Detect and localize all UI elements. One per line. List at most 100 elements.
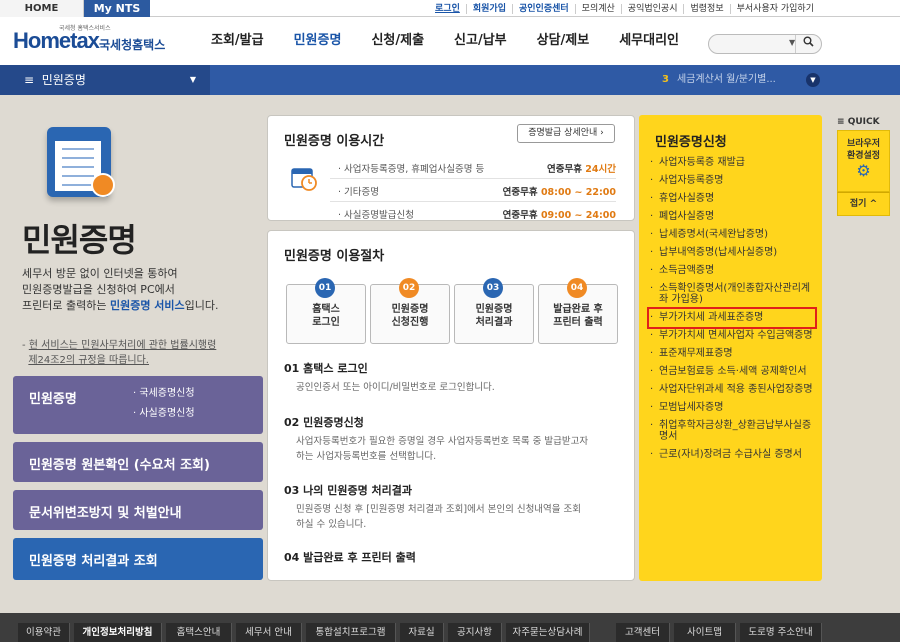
nav-certificate[interactable]: 민원증명 — [279, 17, 357, 65]
note-line-2-text: 제24조2의 규정을 따릅니다. — [28, 355, 149, 366]
usage-row-hours: 09:00 ~ 24:00 — [540, 210, 616, 221]
procedure-section: 01 홈택스 로그인 공인인증서 또는 아이디/비밀번호로 로그인합니다. — [284, 360, 624, 395]
usage-row-name: · 사실증명발급신청 — [338, 210, 414, 221]
desc-highlight: 민원증명 서비스 — [109, 299, 185, 312]
quick-btn-line-1: 브라우저 — [846, 139, 881, 149]
apply-item[interactable]: 사업자단위과세 적용 종된사업장증명 — [649, 381, 815, 399]
nav-filing[interactable]: 신고/납부 — [439, 17, 522, 65]
sub-nav-bar: ≡ 민원증명 ▼ 3 세금계산서 월/분기별... ▼ — [0, 65, 900, 95]
footer-sitemap-link[interactable]: 사이트맵 — [674, 623, 736, 642]
procedure-step: 02 민원증명 신청진행 — [370, 278, 450, 364]
quick-label-text: QUICK — [847, 117, 880, 127]
usage-row-value: 연중무휴 09:00 ~ 24:00 — [503, 207, 616, 221]
submenu-fact-cert[interactable]: 사실증명신청 — [133, 404, 194, 424]
nav-consult[interactable]: 상담/제보 — [522, 17, 605, 65]
logo-korean: 국세청홈택스 — [99, 38, 166, 52]
cert-center-link[interactable]: 공인인증센터 — [511, 3, 575, 14]
notice-ticker[interactable]: 3 세금계산서 월/분기별... — [662, 65, 776, 95]
apply-item[interactable]: 납세증명서(국세완납증명) — [649, 226, 815, 244]
section-heading: 03 나의 민원증명 처리결과 — [284, 484, 412, 497]
apply-item[interactable]: 폐업사실증명 — [649, 208, 815, 226]
left-menu-forgery-label: 문서위변조방지 및 처벌안내 — [29, 506, 182, 521]
cert-guide-button[interactable]: 증명발급 상세안내 › — [517, 124, 615, 143]
section-desc-line-2: 하는 사업자등록번호를 선택합니다. — [296, 451, 437, 462]
mynts-tab[interactable]: My NTS — [84, 0, 150, 17]
step-number: 01 — [315, 278, 335, 298]
apply-item[interactable]: 사업자등록증명 — [649, 172, 815, 190]
left-menu-original-check[interactable]: 민원증명 원본확인 (수요처 조회) — [13, 442, 263, 482]
left-menu-result-inquiry[interactable]: 민원증명 처리결과 조회 — [13, 538, 263, 580]
step-line-1: 발급완료 후 — [553, 304, 603, 315]
apply-item[interactable]: 근로(자녀)장려금 수급사실 증명서 — [649, 446, 815, 464]
apply-item[interactable]: 소득확인증명서(개인종합자산관리계좌 가입용) — [649, 280, 815, 309]
left-menu-certificate[interactable]: 민원증명 국세증명신청 사실증명신청 — [13, 376, 263, 434]
menu-dropdown[interactable]: ≡ 민원증명 ▼ — [0, 65, 210, 95]
quick-collapse-button[interactable]: 접기 ^ — [837, 192, 890, 216]
footer-customer-center-link[interactable]: 고객센터 — [616, 623, 670, 642]
submenu-national-tax-cert[interactable]: 국세증명신청 — [133, 384, 194, 404]
search-input[interactable]: ▼ — [708, 34, 822, 54]
hamburger-icon: ≡ — [24, 73, 35, 87]
apply-item[interactable]: 표준재무제표증명 — [649, 345, 815, 363]
footer-privacy-link[interactable]: 개인정보처리방침 — [74, 623, 162, 642]
apply-item[interactable]: 소득금액증명 — [649, 262, 815, 280]
desc-line-1: 세무서 방문 없이 인터넷을 통하여 — [22, 267, 178, 280]
apply-panel-title: 민원증명신청 — [655, 135, 727, 150]
main-nav: 조회/발급 민원증명 신청/제출 신고/납부 상담/제보 세무대리인 — [196, 17, 694, 65]
footer-road-address-link[interactable]: 도로명 주소안내 — [740, 623, 822, 642]
step-number: 04 — [567, 278, 587, 298]
desc-line-3-end: 입니다. — [184, 299, 219, 312]
browser-settings-button[interactable]: 브라우저 환경설정 ⚙ — [837, 130, 890, 192]
usage-row-prefix: 연중무휴 — [502, 187, 538, 198]
footer-install-link[interactable]: 통합설치프로그램 — [306, 623, 396, 642]
home-tab[interactable]: HOME — [0, 0, 84, 17]
section-desc: 사업자등록번호가 필요한 증명일 경우 사업자등록번호 목록 중 발급받고자하는… — [284, 434, 624, 464]
apply-item-vat-tax-base[interactable]: 부가가치세 과세표준증명 — [647, 307, 817, 329]
left-menu-forgery-prevention[interactable]: 문서위변조방지 및 처벌안내 — [13, 490, 263, 530]
footer-archive-link[interactable]: 자료실 — [400, 623, 444, 642]
login-link[interactable]: 로그인 — [429, 4, 466, 14]
search-icon[interactable] — [795, 35, 821, 53]
desc-line-3-text: 프린터로 출력하는 — [22, 299, 107, 312]
nav-inquiry[interactable]: 조회/발급 — [196, 17, 279, 65]
apply-item[interactable]: 연금보험료등 소득·세액 공제확인서 — [649, 363, 815, 381]
certificate-apply-panel: 민원증명신청 사업자등록증 재발급 사업자등록증명 휴업사실증명 폐업사실증명 … — [639, 115, 822, 581]
law-info-link[interactable]: 법령정보 — [683, 3, 729, 14]
footer-notice-link[interactable]: 공지사항 — [448, 623, 502, 642]
step-line-2: 프린터 출력 — [553, 317, 603, 328]
nav-application[interactable]: 신청/제출 — [356, 17, 439, 65]
apply-item[interactable]: 모범납세자증명 — [649, 399, 815, 417]
usage-row-value: 연중무휴 24시간 — [547, 161, 616, 175]
footer-faq-link[interactable]: 자주묻는상담사례 — [506, 623, 590, 642]
section-desc: 민원증명 신청 후 [민원증명 처리결과 조회]에서 본인의 신청내역을 조회 하… — [284, 502, 624, 532]
public-corp-link[interactable]: 공익법인공시 — [620, 3, 684, 14]
divider — [330, 201, 616, 202]
usage-time-panel: 민원증명 이용시간 증명발급 상세안내 › · 사업자등록증명, 휴폐업사실증명… — [267, 115, 635, 221]
chevron-down-icon: ▼ — [189, 75, 196, 84]
section-desc-line-1: 사업자등록번호가 필요한 증명일 경우 사업자등록번호 목록 중 발급받고자 — [296, 436, 589, 447]
nav-tax-agent[interactable]: 세무대리인 — [604, 17, 694, 65]
procedure-section: 02 민원증명신청 사업자등록번호가 필요한 증명일 경우 사업자등록번호 목록… — [284, 414, 624, 464]
apply-item[interactable]: 부가가치세 면세사업자 수입금액증명 — [649, 327, 815, 345]
notice-number: 3 — [662, 74, 669, 85]
section-heading: 02 민원증명신청 — [284, 416, 364, 429]
menu-dropdown-label: 민원증명 — [41, 73, 86, 87]
footer-terms-link[interactable]: 이용약관 — [18, 623, 70, 642]
apply-item[interactable]: 납부내역증명(납세사실증명) — [649, 244, 815, 262]
apply-item[interactable]: 휴업사실증명 — [649, 190, 815, 208]
mock-calc-link[interactable]: 모의계산 — [574, 3, 621, 14]
usage-row-prefix: 연중무휴 — [502, 210, 538, 221]
top-bar: HOME My NTS 로그인 회원가입 공인인증센터 모의계산 공익법인공시 … — [0, 0, 900, 17]
notice-expand-icon[interactable]: ▼ — [806, 73, 820, 87]
footer-hometax-guide-link[interactable]: 홈택스안내 — [166, 623, 232, 642]
apply-item[interactable]: 취업후학자금상환_상환금납부사실증명서 — [649, 417, 815, 446]
section-desc-line-2: 하실 수 있습니다. — [296, 519, 367, 530]
dept-user-link[interactable]: 부서사용자 가입하기 — [729, 3, 820, 14]
section-heading: 01 홈택스 로그인 — [284, 362, 368, 375]
apply-item[interactable]: 사업자등록증 재발급 — [649, 154, 815, 172]
footer-office-guide-link[interactable]: 세무서 안내 — [236, 623, 302, 642]
signup-link[interactable]: 회원가입 — [465, 3, 512, 14]
divider — [330, 178, 616, 179]
hometax-logo[interactable]: 국세청 홈택스서비스 Hometax 국세청홈택스 — [13, 23, 173, 57]
procedure-step: 01 홈택스 로그인 — [286, 278, 366, 364]
